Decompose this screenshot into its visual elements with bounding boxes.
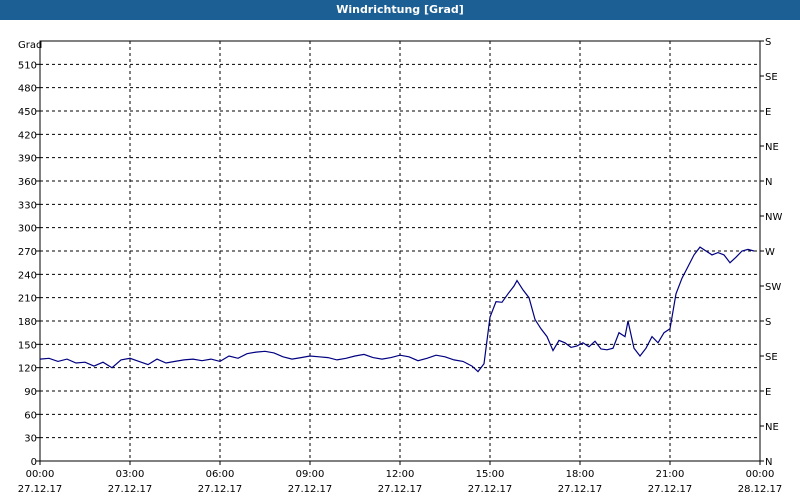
chart-title: Windrichtung [Grad] (0, 0, 800, 20)
y-tick-label: 420 (18, 130, 37, 141)
series-layer (39, 246, 755, 373)
y-tick-label: 510 (18, 60, 37, 71)
x-tick-date: 27.12.17 (468, 484, 513, 495)
right-tick-label: SW (765, 282, 781, 293)
x-tick-time: 09:00 (296, 469, 325, 480)
y-tick-label: 180 (18, 317, 37, 328)
x-tick-date: 27.12.17 (108, 484, 153, 495)
y-tick-label: 30 (24, 434, 37, 445)
x-tick-time: 06:00 (206, 469, 235, 480)
x-tick-date: 27.12.17 (18, 484, 63, 495)
right-tick-label: E (765, 107, 771, 118)
y-tick-label: 330 (18, 200, 37, 211)
x-tick-date: 27.12.17 (198, 484, 243, 495)
right-tick-label: N (765, 177, 772, 188)
x-tick-time: 15:00 (476, 469, 505, 480)
y-tick-label: 150 (18, 340, 37, 351)
y-axis-label: Grad (18, 40, 42, 51)
y-tick-label: 480 (18, 84, 37, 95)
x-tick-time: 12:00 (386, 469, 415, 480)
right-tick-label: SE (765, 352, 778, 363)
y-tick-label: 390 (18, 154, 37, 165)
chart-area: 0 30 60 90 120 150 180 210 240 270 300 330 360 390 420… (18, 37, 783, 495)
right-tick-label: NE (765, 142, 779, 153)
y-tick-label: 90 (24, 387, 37, 398)
y-tick-label: 240 (18, 270, 37, 281)
right-tick-label: NW (765, 212, 782, 223)
y-tick-label: 0 (31, 457, 37, 468)
right-tick-label: SE (765, 72, 778, 83)
y-tick-label: 210 (18, 294, 37, 305)
x-tick-time: 03:00 (116, 469, 145, 480)
x-tick-time: 18:00 (566, 469, 595, 480)
right-tick-label: NE (765, 422, 779, 433)
x-tick-date: 27.12.17 (558, 484, 603, 495)
x-tick-date: 27.12.17 (378, 484, 423, 495)
y-tick-label: 60 (24, 410, 37, 421)
y-tick-label: 120 (18, 364, 37, 375)
x-tick-date: 27.12.17 (288, 484, 333, 495)
right-tick-label: S (765, 37, 771, 48)
x-tick-date: 27.12.17 (648, 484, 693, 495)
y-tick-label: 360 (18, 177, 37, 188)
right-tick-label: S (765, 317, 771, 328)
right-tick-label: W (765, 247, 775, 258)
y-tick-label: 450 (18, 107, 37, 118)
right-tick-label: E (765, 387, 771, 398)
y-tick-label: 270 (18, 247, 37, 258)
y-tick-label: 300 (18, 224, 37, 235)
grid (40, 41, 760, 461)
series-line (39, 246, 755, 373)
x-tick-time: 00:00 (746, 469, 775, 480)
x-tick-time: 00:00 (26, 469, 55, 480)
x-tick-time: 21:00 (656, 469, 685, 480)
x-tick-date: 28.12.17 (738, 484, 783, 495)
right-tick-label: N (765, 457, 772, 468)
